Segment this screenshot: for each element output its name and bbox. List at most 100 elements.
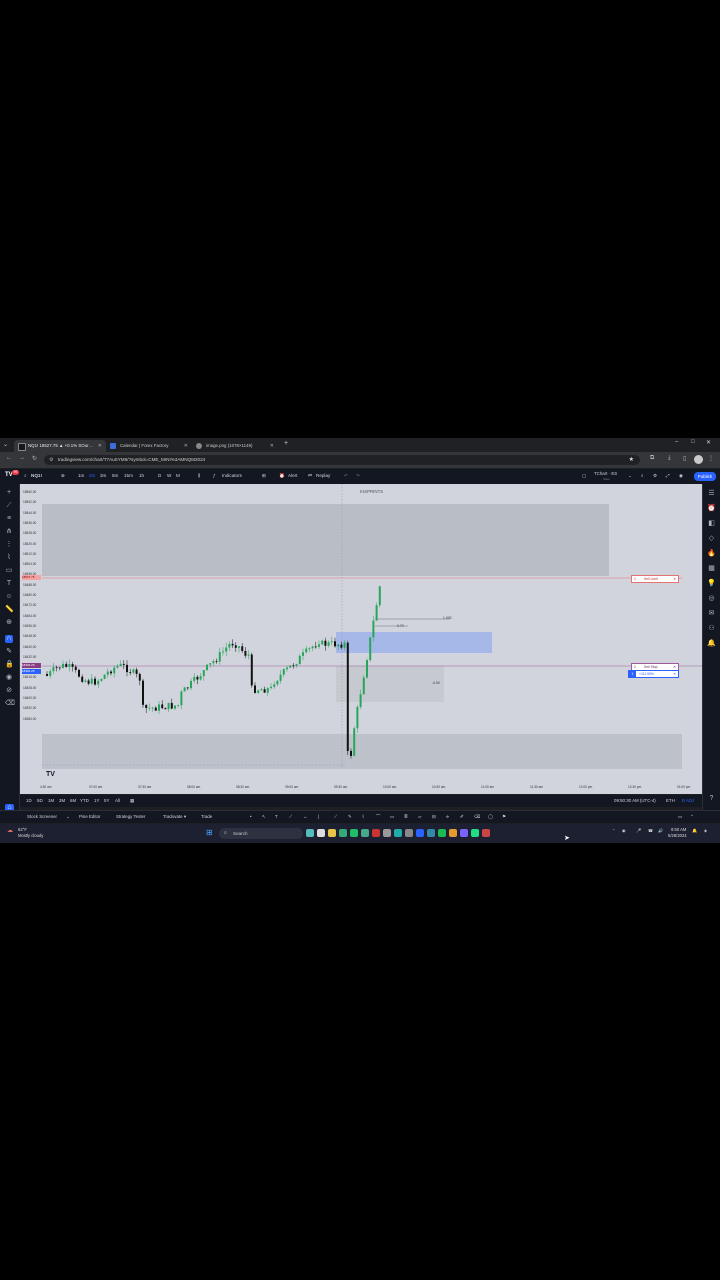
tab-tradingview[interactable]: NQ1! 18527.75 ▲ +0.1% SOur… ✕ [14,440,106,452]
store-icon[interactable] [339,829,347,837]
publish-button[interactable]: Publish [694,472,716,481]
rectangle-icon[interactable]: ▭ [5,567,13,575]
chrome-icon[interactable] [372,829,380,837]
arrow-tool-icon[interactable]: ↔ [303,814,307,819]
cursor-tool-icon[interactable]: ↖ [262,814,266,820]
pen-tool-icon[interactable]: ✐ [460,814,464,820]
chrome-profile-icon[interactable] [482,829,490,837]
oval-tool-icon[interactable]: ◯ [488,814,493,820]
site-info-icon[interactable]: ⚙ [49,455,53,465]
line-tool-icon[interactable]: ⟋ [289,814,292,819]
calendar-icon[interactable]: ▦ [707,564,716,573]
dot-tool-icon[interactable]: • [250,814,252,819]
time-axis[interactable]: 4:30 am 07:00 am 07:30 am 08:00 am 08:30 am 0… [20,782,702,792]
copilot-icon[interactable]: ◈ [704,828,707,833]
interval-3m[interactable]: 3m [100,473,106,478]
chat-icon[interactable]: ✉ [707,609,716,618]
eraser-tool-icon[interactable]: ⌫ [474,814,480,820]
tab-tradovate[interactable]: Tradovate ▾ [163,814,186,820]
text-tool-icon[interactable]: T [275,814,278,819]
alerts-icon[interactable]: ⏰ [707,504,716,513]
alert-button[interactable]: Alert [288,473,297,478]
range-all[interactable]: All [115,798,120,803]
app-icon[interactable] [361,829,369,837]
folder-icon[interactable] [328,829,336,837]
tab-image[interactable]: image.png (1076×1149) ✕ [192,440,278,452]
trendline-icon[interactable]: ⟋ [5,502,13,510]
settings-icon[interactable]: ⚙ [653,473,657,479]
interval-15m[interactable]: 15m [124,473,133,478]
back-icon[interactable]: ← [6,455,12,461]
eye-icon[interactable]: ◉ [5,674,13,682]
pitchfork-icon[interactable]: ⋔ [5,528,13,536]
indicators-button[interactable]: Indicators [222,473,242,478]
brush-tool-icon[interactable]: ✎ [348,814,352,820]
polyline-tool-icon[interactable]: ⌇ [362,814,364,820]
forward-icon[interactable]: → [19,455,25,461]
data-window-icon[interactable]: ◧ [707,519,716,528]
lock-draw-icon[interactable]: ✎ [5,648,13,656]
watchlist-icon[interactable]: ☰ [707,489,716,498]
sidebar-icon[interactable]: ▯ [683,455,686,462]
layout-dropdown-icon[interactable]: ⌄ [628,473,632,479]
session-label[interactable]: ETH [666,798,675,803]
interval-1m[interactable]: 1m [78,473,84,478]
tab-forex-factory[interactable]: Calendar | Forex Factory ✕ [106,440,192,452]
fullscreen-box-icon[interactable]: ▢ [582,473,586,479]
interval-d[interactable]: D [158,473,161,478]
snapshot-icon[interactable]: ◉ [679,473,683,479]
chart-type-icon[interactable]: ⫼ [198,473,200,478]
range-1y[interactable]: 1Y [94,798,99,803]
hide-icon[interactable]: ⊘ [5,687,13,695]
reload-icon[interactable]: ↻ [32,455,37,462]
close-tab-icon[interactable]: ✕ [98,440,102,452]
tab-strategy-tester[interactable]: Strategy Tester [116,814,145,819]
maximize-panel-icon[interactable]: ⌃ [690,814,694,820]
screener-dropdown-icon[interactable]: ⌄ [66,814,70,820]
layouts-icon[interactable]: ⊞ [262,473,266,479]
redo-icon[interactable]: ↷ [356,473,360,479]
streams-icon[interactable]: ◎ [707,594,716,603]
chart-canvas[interactable]: KISPRINTS 1.000 0.70 -0.50 TV [20,484,702,794]
tray-app-icon[interactable]: ◉ [622,828,626,833]
telegram-icon[interactable] [416,829,424,837]
measure-tool-icon[interactable]: ⊟ [432,814,436,820]
box-tool-icon[interactable]: ▭ [390,814,394,820]
xbox-icon[interactable] [350,829,358,837]
file-icon[interactable] [317,829,325,837]
whatsapp-icon[interactable] [394,829,402,837]
channel-tool-icon[interactable]: ▱ [418,814,421,820]
adjust-label[interactable]: B ADJ [682,798,694,803]
tab-pine-editor[interactable]: Pine Editor [79,814,100,819]
menu-icon[interactable]: ⋮ [708,455,714,462]
interval-5m[interactable]: 5m [112,473,118,478]
path-tool-icon[interactable]: ⟋ [334,814,337,819]
interval-1h[interactable]: 1h [139,473,144,478]
symbol-label[interactable]: NQ1! [31,473,42,478]
range-5y[interactable]: 5Y [104,798,109,803]
price-chart[interactable]: KISPRINTS 1.000 0.70 -0.50 TV 18560.00 18… [20,484,702,794]
extensions-icon[interactable]: ⧉ [650,455,654,462]
undo-icon[interactable]: ↶ [344,473,348,479]
tab-stock-screener[interactable]: Stock Screener [27,814,57,819]
docs-icon[interactable] [427,829,435,837]
clock-date[interactable]: 5/28/2024 [668,833,687,838]
collapse-panel-icon[interactable]: ▭ [678,814,682,820]
compare-icon[interactable]: ⊕ [61,473,65,479]
tab-search-icon[interactable]: ⌄ [3,441,11,449]
range-1d[interactable]: 1D [26,798,32,803]
url-field[interactable]: ⚙ tradingview.com/chart/T7AuSYM8/?symbol… [44,455,640,465]
magnet-icon[interactable]: ∩ [5,635,13,643]
range-ytd[interactable]: YTD [80,798,89,803]
curve-tool-icon[interactable]: ⌒ [376,814,380,820]
emoji-icon[interactable]: ☺ [5,593,13,601]
horizontal-lines-icon[interactable]: ≡ [5,515,13,523]
fullscreen-icon[interactable]: ⤢ [666,473,670,478]
wifi-icon[interactable]: ☎ [648,828,653,833]
download-icon[interactable]: ⤓ [668,455,671,462]
help-icon[interactable]: ? [707,794,716,803]
interval-2m[interactable]: 2m [89,473,95,478]
trash-icon[interactable]: ⌫ [5,700,15,708]
tray-chevron-icon[interactable]: ⌃ [612,828,616,833]
interval-w[interactable]: W [167,473,171,478]
